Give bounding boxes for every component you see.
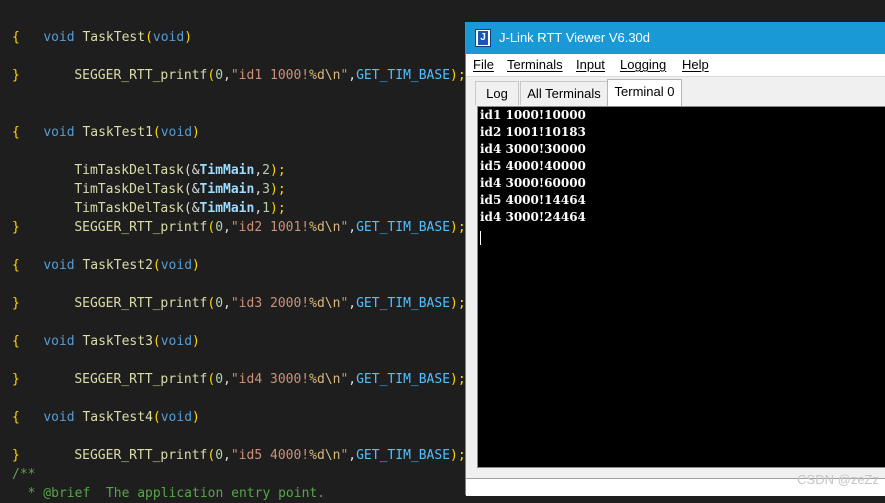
code-line: void TaskTest3(void): [43, 334, 200, 349]
terminal-line: id5 4000!14464: [480, 193, 586, 207]
code-line: SEGGER_RTT_printf(0,"id4 3000!%d\n",GET_…: [74, 372, 466, 387]
code-comment: * @brief The application entry point.: [12, 486, 326, 501]
code-comment: /**: [12, 467, 36, 482]
code-line: }: [12, 448, 20, 463]
menu-terminals[interactable]: Terminals: [507, 54, 563, 76]
code-line: {: [12, 30, 20, 45]
window-title: J-Link RTT Viewer V6.30d: [499, 30, 651, 45]
code-line: TimTaskDelTask(&TimMain,1);: [74, 201, 286, 216]
code-line: }: [12, 372, 20, 387]
terminal-line: id1 1000!10000: [480, 108, 586, 122]
code-line: SEGGER_RTT_printf(0,"id2 1001!%d\n",GET_…: [74, 220, 466, 235]
menu-help[interactable]: Help: [682, 54, 709, 76]
title-bar[interactable]: J J-Link RTT Viewer V6.30d: [466, 22, 885, 54]
code-line: }: [12, 68, 20, 83]
terminal-line: id4 3000!30000: [480, 142, 586, 156]
code-line: void TaskTest(void): [43, 30, 193, 45]
code-line: }: [12, 296, 20, 311]
terminal-line: id5 4000!40000: [480, 159, 586, 173]
tab-log[interactable]: Log: [475, 81, 519, 105]
code-line: void TaskTest4(void): [43, 410, 200, 425]
code-line: {: [12, 334, 20, 349]
code-line: SEGGER_RTT_printf(0,"id1 1000!%d\n",GET_…: [74, 68, 466, 83]
code-line: {: [12, 125, 20, 140]
menu-bar: File Terminals Input Logging Help: [466, 54, 885, 77]
text-cursor: [480, 231, 481, 245]
code-line: }: [12, 220, 20, 235]
terminal-line: id2 1001!10183: [480, 125, 586, 139]
code-line: TimTaskDelTask(&TimMain,2);: [74, 163, 286, 178]
terminal-output[interactable]: id1 1000!10000 id2 1001!10183 id4 3000!3…: [477, 106, 885, 468]
jlink-app-icon: J: [475, 29, 491, 47]
menu-file[interactable]: File: [473, 54, 494, 76]
code-line: SEGGER_RTT_printf(0,"id3 2000!%d\n",GET_…: [74, 296, 466, 311]
rtt-viewer-window[interactable]: J J-Link RTT Viewer V6.30d File Terminal…: [465, 22, 885, 496]
code-line: TimTaskDelTask(&TimMain,3);: [74, 182, 286, 197]
menu-input[interactable]: Input: [576, 54, 605, 76]
terminal-line: id4 3000!24464: [480, 210, 586, 224]
code-line: {: [12, 410, 20, 425]
code-line: void TaskTest2(void): [43, 258, 200, 273]
tab-bar: Log All Terminals Terminal 0: [466, 77, 885, 107]
code-line: SEGGER_RTT_printf(0,"id5 4000!%d\n",GET_…: [74, 448, 466, 463]
watermark: CSDN @zeZz: [797, 472, 879, 487]
terminal-line: id4 3000!60000: [480, 176, 586, 190]
code-line: {: [12, 258, 20, 273]
code-line: void TaskTest1(void): [43, 125, 200, 140]
tab-terminal-0[interactable]: Terminal 0: [607, 79, 682, 106]
tab-all-terminals[interactable]: All Terminals: [520, 81, 608, 105]
menu-logging[interactable]: Logging: [620, 54, 666, 76]
